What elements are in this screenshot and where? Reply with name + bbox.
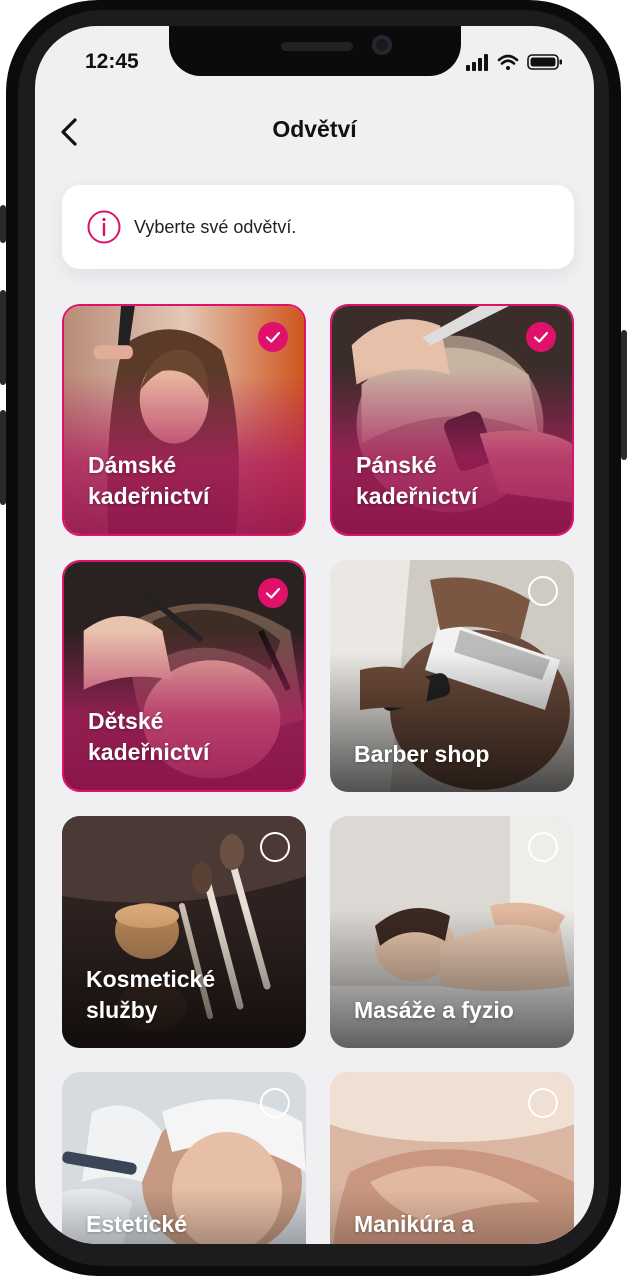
category-card-detske-kadernictvi[interactable]: Dětské kadeřnictví	[62, 560, 306, 792]
notch	[169, 26, 461, 76]
category-label: Pánské kadeřnictví	[356, 452, 478, 509]
top-navigation-bar: Odvětví	[35, 96, 594, 162]
category-card-damske-kadernictvi[interactable]: Dámské kadeřnictví	[62, 304, 306, 536]
check-icon	[533, 331, 549, 343]
status-time: 12:45	[85, 50, 139, 73]
selected-checkmark	[258, 322, 288, 352]
speaker	[281, 42, 353, 51]
unselected-checkbox	[528, 1088, 558, 1118]
page-title: Odvětví	[272, 116, 357, 142]
info-banner: Vyberte své odvětví.	[62, 185, 574, 269]
unselected-checkbox	[528, 832, 558, 862]
category-card-barber-shop[interactable]: Barber shop	[330, 560, 574, 792]
volume-down-button	[0, 410, 6, 505]
unselected-checkbox	[528, 576, 558, 606]
unselected-checkbox	[260, 1088, 290, 1118]
check-icon	[265, 587, 281, 599]
volume-up-button	[0, 290, 6, 385]
battery-icon	[527, 54, 562, 70]
category-label: Kosmetické služby	[86, 966, 216, 1023]
category-label: Dámské kadeřnictví	[88, 452, 210, 509]
app-screen: 12:45 Odvětví Vyberte své odvětví. Dámsk…	[35, 26, 594, 1244]
category-card-manikura[interactable]: Manikúra a	[330, 1072, 574, 1244]
info-icon	[87, 210, 121, 244]
category-label: Masáže a fyzio	[354, 997, 514, 1023]
selected-checkmark	[526, 322, 556, 352]
category-card-panske-kadernictvi[interactable]: Pánské kadeřnictví	[330, 304, 574, 536]
category-label: Manikúra a	[354, 1211, 475, 1237]
front-camera	[372, 35, 392, 55]
info-message: Vyberte své odvětví.	[134, 217, 297, 237]
category-card-esteticke[interactable]: Estetické	[62, 1072, 306, 1244]
category-label: Dětské kadeřnictví	[88, 708, 210, 765]
category-label: Estetické	[86, 1211, 188, 1237]
wifi-icon	[497, 54, 519, 70]
power-button	[621, 330, 627, 460]
category-label: Barber shop	[354, 741, 490, 767]
category-card-masaze-a-fyzio[interactable]: Masáže a fyzio	[330, 816, 574, 1048]
signal-icon	[466, 54, 488, 71]
status-icons	[466, 52, 566, 72]
category-card-kosmeticke-sluzby[interactable]: Kosmetické služby	[62, 816, 306, 1048]
mute-switch	[0, 205, 6, 243]
selected-checkmark	[258, 578, 288, 608]
unselected-checkbox	[260, 832, 290, 862]
check-icon	[265, 331, 281, 343]
